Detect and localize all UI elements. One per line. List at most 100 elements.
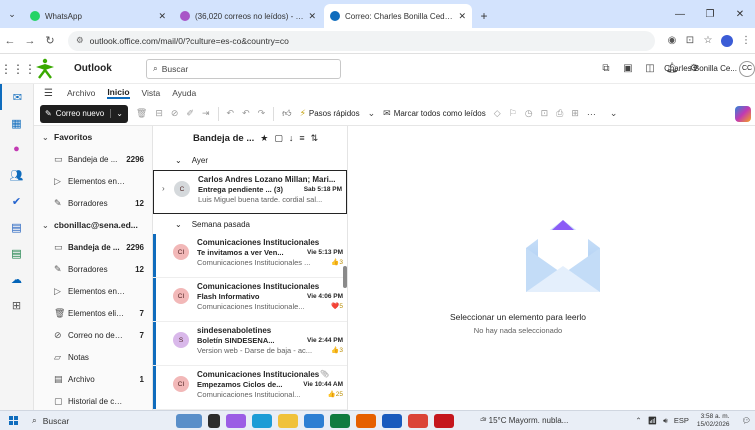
firefox-icon[interactable] [356,413,376,428]
delete-icon[interactable]: 🗑︎ [136,108,147,119]
browser-menu-icon[interactable]: ⋮ [737,35,755,46]
sort-icon[interactable]: ⇅ [311,133,319,144]
forward-icon[interactable]: → [20,35,40,47]
jump-to-icon[interactable]: ↓ [289,133,294,143]
profile-avatar[interactable] [721,34,733,47]
close-window-icon[interactable]: ✕ [725,9,755,20]
reply-all-icon[interactable]: ↶ [242,108,250,119]
folder-item[interactable]: ▭ Bandeja de ... 2296 [34,148,152,170]
new-tab-button[interactable]: + [474,4,494,28]
volume-icon[interactable]: 🔊︎ [663,416,668,426]
meet-now-icon[interactable]: ⧉ [595,63,617,74]
archive-toolbar-icon[interactable]: ⊟ [155,108,163,119]
report-icon[interactable]: ⊘ [171,108,179,119]
quick-steps-dropdown-icon[interactable]: ⌄ [368,108,376,119]
word-app-icon[interactable]: ▤ [0,214,33,240]
clock[interactable]: 3:58 a. m. 15/02/2026 [697,413,730,429]
new-mail-dropdown-icon[interactable]: ⌄ [110,109,123,118]
more-options-button[interactable]: ··· [587,109,596,119]
onedrive-app-icon[interactable]: ☁ [0,266,33,292]
folder-item[interactable]: ▢ Historial de conver... [34,390,152,410]
new-mail-button[interactable]: ✎ Correo nuevo ⌄ [40,104,128,123]
back-icon[interactable]: ← [0,35,20,47]
folder-item[interactable]: ✎ Borradores 12 [34,258,152,280]
sweep-icon[interactable]: ✐ [186,108,194,119]
ribbon-collapse-icon[interactable]: ⌄ [610,108,618,119]
copilot-app-icon[interactable]: ● [0,136,33,162]
copilot-icon[interactable] [735,105,751,122]
browser-tab[interactable]: WhatsApp ✕ [24,4,172,28]
quick-steps-button[interactable]: Pasos rápidos [309,109,360,118]
favorites-group[interactable]: ⌄ Favoritos [34,126,152,148]
windows-start-icon[interactable] [0,416,26,425]
tab-archivo[interactable]: Archivo [67,88,95,98]
pdf-icon[interactable] [434,413,454,428]
maximize-icon[interactable]: ❐ [695,9,725,20]
mark-all-read-button[interactable]: Marcar todos como leídos [394,109,486,118]
move-to-icon[interactable]: ⇥ [202,108,210,119]
language-indicator[interactable]: ESP [674,416,689,425]
date-group-header[interactable]: ⌄ Semana pasada [153,214,347,234]
message-item[interactable]: CI Comunicaciones Institucionales Flash In… [153,278,347,322]
account-group[interactable]: ⌄ cbonillac@sena.ed... [34,214,152,236]
rules-icon[interactable]: ⊡ [541,108,549,119]
search-box[interactable]: ⌕ Buscar [146,58,341,79]
excel-taskbar-icon[interactable] [330,413,350,428]
word-taskbar-icon[interactable] [382,413,402,428]
message-item[interactable]: CI Comunicaciones Institucionales Te invit… [153,234,347,278]
thumbs-up-icon[interactable]: 👍︎ [282,108,291,119]
close-tab-icon[interactable]: ✕ [158,11,166,22]
quick-steps-icon[interactable]: ⚡ [300,108,306,119]
print-icon[interactable]: ⎙ [556,108,563,119]
tag-icon[interactable]: ◇ [494,108,501,119]
store-icon[interactable] [304,413,324,428]
minimize-icon[interactable]: — [665,9,695,20]
my-day-icon[interactable]: ◫ [639,63,661,74]
user-name[interactable]: Charles Bonilla Ce... [664,64,737,73]
task-view-icon[interactable] [208,413,220,428]
expand-thread-icon[interactable]: › [162,184,165,193]
mail-app-icon[interactable]: ✉ [0,84,33,110]
folder-item[interactable]: ▭ Bandeja de ... 2296 [34,236,152,258]
copilot-taskbar-icon[interactable] [226,413,246,428]
user-avatar[interactable]: CC [739,60,755,77]
view-icon[interactable]: ⊞ [571,108,579,119]
dolphin-widget-icon[interactable] [176,413,202,428]
folder-item[interactable]: ✎ Borradores 12 [34,192,152,214]
folder-item[interactable]: ▤ Archivo 1 [34,368,152,390]
close-tab-icon[interactable]: ✕ [458,11,466,22]
filter-icon[interactable]: ≡ [299,133,304,143]
network-icon[interactable]: 📶︎ [648,416,658,425]
date-group-header[interactable]: ⌄ Ayer [153,150,347,170]
weather-widget[interactable]: ⛅︎ 15°C Mayorm. nubla... [480,416,568,426]
app-launcher-icon[interactable]: ⋮⋮⋮ [0,62,36,76]
reload-icon[interactable]: ↻ [40,34,60,47]
message-item[interactable]: CI Comunicaciones Institucionales Empezamo… [153,366,347,410]
message-list-scrollbar[interactable] [343,266,347,288]
install-app-icon[interactable]: ⊡ [681,35,699,46]
forward-mail-icon[interactable]: ↷ [258,108,266,119]
notifications-icon[interactable]: 💬︎ [741,416,751,425]
tab-inicio[interactable]: Inicio [107,87,130,99]
bookmark-star-icon[interactable]: ☆ [699,35,717,46]
browser-tab[interactable]: (36,020 correos no leídos) - cha ✕ [174,4,322,28]
select-icon[interactable]: ▢ [274,133,283,144]
more-apps-icon[interactable]: ⊞ [0,292,33,318]
reply-icon[interactable]: ↶ [227,108,235,119]
folder-item[interactable]: 🗑︎ Elementos elimi... 7 [34,302,152,324]
tab-vista[interactable]: Vista [142,88,161,98]
excel-app-icon[interactable]: ▤ [0,240,33,266]
flag-icon[interactable]: ⚐ [509,108,517,119]
folder-item[interactable]: ⊘ Correo no dese... 7 [34,324,152,346]
message-item[interactable]: Ssindesenaboletines Boletín SINDESENA... V… [153,322,347,366]
taskbar-search[interactable]: ⌕ Buscar [26,413,146,429]
message-item[interactable]: › C Carlos Andres Lozano Millan; Mari... En… [153,170,347,214]
file-explorer-icon[interactable] [278,413,298,428]
folder-item[interactable]: ▷ Elementos enviados [34,280,152,302]
mark-read-icon[interactable]: ✉ [383,108,391,119]
teams-icon[interactable]: ▣ [617,63,639,74]
site-settings-icon[interactable]: ⚙ [76,35,84,46]
folder-item[interactable]: ▱ Notas [34,346,152,368]
calendar-app-icon[interactable]: ▦ [0,110,33,136]
people-app-icon[interactable]: 👥︎ [0,162,33,188]
